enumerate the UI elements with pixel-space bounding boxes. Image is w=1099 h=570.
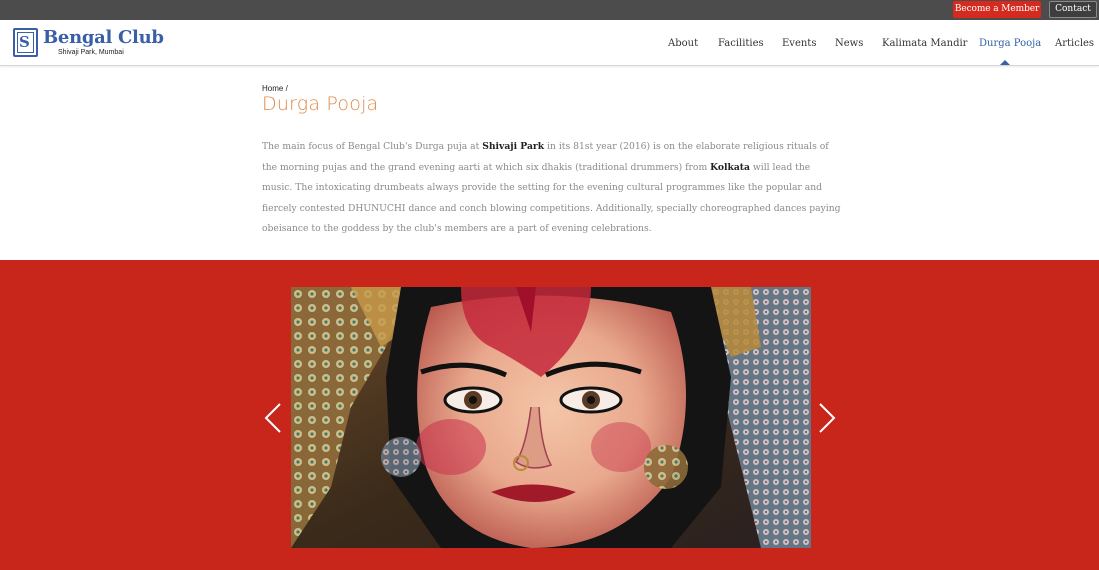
chevron-right-icon[interactable] bbox=[818, 403, 836, 433]
nav-item-about[interactable]: About bbox=[668, 38, 698, 49]
top-utility-bar: Become a Member Contact bbox=[0, 0, 1099, 20]
site-title[interactable]: Bengal Club bbox=[43, 27, 164, 48]
intro-text-1: The main focus of Bengal Club's Durga pu… bbox=[262, 141, 483, 152]
intro-bold-shivaji-park: Shivaji Park bbox=[482, 141, 545, 152]
nav-item-durga-pooja[interactable]: Durga Pooja bbox=[979, 38, 1041, 49]
logo-letter: S bbox=[19, 33, 30, 51]
durga-idol-image bbox=[291, 287, 811, 548]
nav-item-events[interactable]: Events bbox=[782, 38, 816, 49]
intro-paragraph: The main focus of Bengal Club's Durga pu… bbox=[262, 137, 842, 240]
nav-item-articles[interactable]: Articles bbox=[1055, 38, 1094, 49]
chevron-left-icon[interactable] bbox=[264, 403, 282, 433]
breadcrumb-separator: / bbox=[285, 84, 288, 93]
site-header: S Bengal Club Shivaji Park, Mumbai About… bbox=[0, 20, 1099, 66]
nav-item-news[interactable]: News bbox=[835, 38, 863, 49]
nav-item-kalimata-mandir[interactable]: Kalimata Mandir bbox=[882, 38, 967, 49]
breadcrumb: Home / bbox=[262, 84, 288, 93]
active-nav-caret-icon bbox=[1000, 60, 1010, 65]
intro-bold-kolkata: Kolkata bbox=[710, 161, 750, 173]
breadcrumb-home-link[interactable]: Home bbox=[262, 84, 283, 93]
club-logo-icon[interactable]: S bbox=[13, 28, 38, 57]
become-member-button[interactable]: Become a Member bbox=[953, 1, 1041, 18]
contact-button[interactable]: Contact bbox=[1049, 1, 1097, 18]
nav-item-facilities[interactable]: Facilities bbox=[718, 38, 764, 49]
slider-image bbox=[291, 287, 811, 548]
page-title: Durga Pooja bbox=[262, 93, 379, 115]
site-tagline: Shivaji Park, Mumbai bbox=[58, 49, 124, 56]
